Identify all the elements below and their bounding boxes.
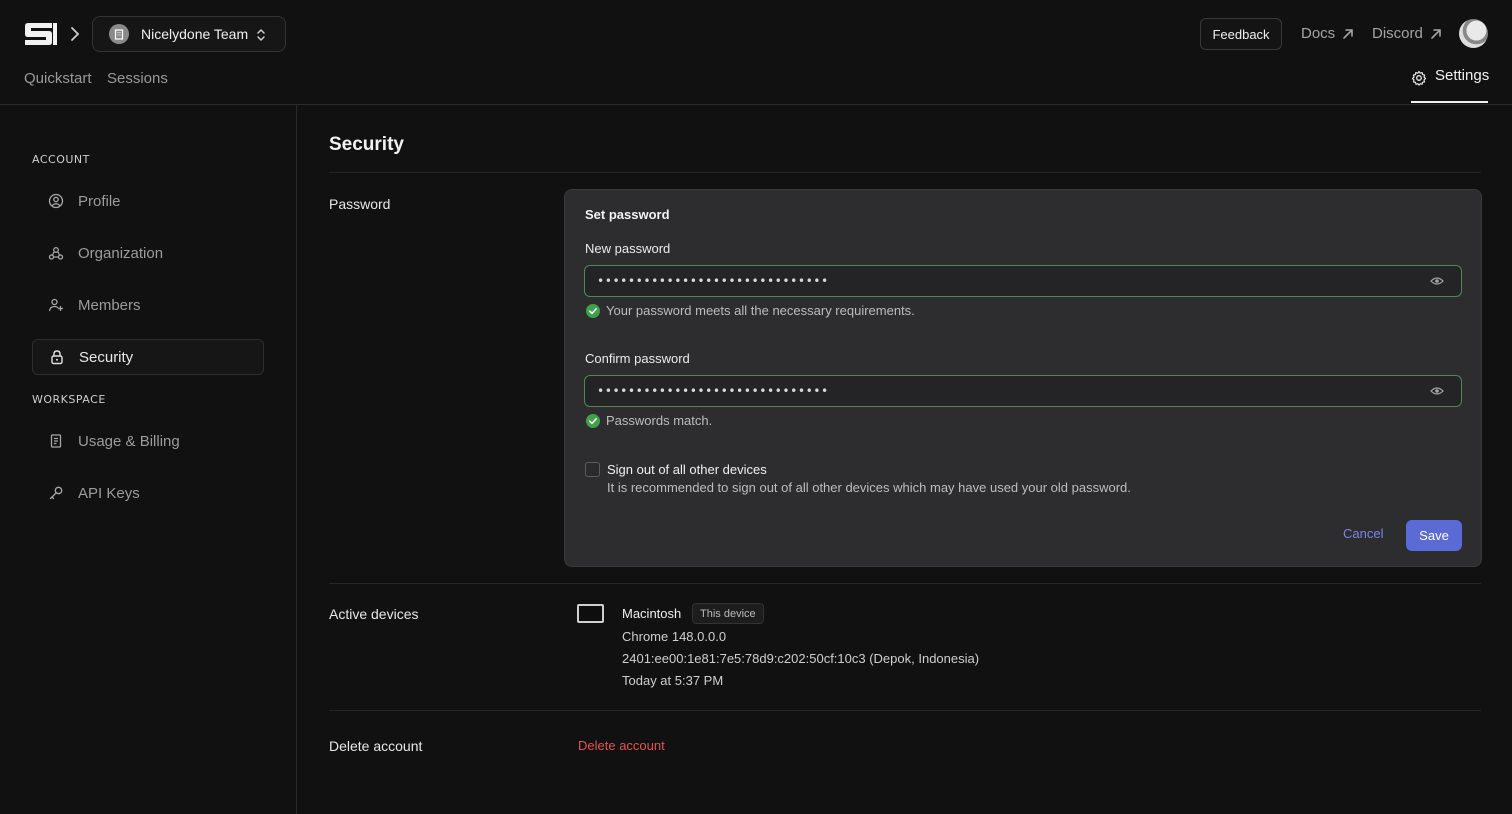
discord-link-label: Discord [1372, 25, 1423, 42]
key-icon [48, 485, 64, 501]
arrow-up-right-icon [1343, 28, 1353, 39]
confirm-password-input[interactable] [584, 375, 1462, 407]
discord-link[interactable]: Discord [1372, 25, 1443, 42]
user-plus-icon [48, 297, 64, 313]
user-avatar[interactable] [1459, 19, 1488, 48]
sidebar-item-usage-billing[interactable]: Usage & Billing [32, 423, 264, 459]
check-circle-icon [586, 413, 600, 428]
sidebar-item-security[interactable]: Security [32, 339, 264, 375]
delete-account-label: Delete account [329, 738, 423, 754]
this-device-badge: This device [692, 603, 764, 624]
active-tab-indicator [1411, 101, 1488, 103]
feedback-button[interactable]: Feedback [1200, 18, 1282, 50]
divider [329, 172, 1481, 173]
page-title: Security [329, 134, 404, 155]
device-ip-location: 2401:ee00:1e81:7e5:78d9:c202:50cf:10c3 (… [622, 651, 980, 666]
docs-link[interactable]: Docs [1301, 25, 1355, 42]
user-circle-icon [48, 193, 64, 209]
active-devices-label: Active devices [329, 606, 419, 622]
sidebar-item-label: Members [78, 296, 141, 314]
sidebar-item-members[interactable]: Members [32, 287, 264, 323]
sidebar: ACCOUNT Profile Organization Members Sec… [0, 105, 297, 814]
team-name: Nicelydone Team [141, 26, 249, 42]
receipt-icon [48, 433, 64, 449]
eye-icon[interactable] [1430, 276, 1444, 286]
sidebar-item-label: Security [79, 348, 134, 366]
divider [329, 583, 1481, 584]
device-browser: Chrome 148.0.0.0 [622, 629, 727, 644]
sidebar-item-organization[interactable]: Organization [32, 235, 264, 271]
team-switcher[interactable]: Nicelydone Team [92, 16, 286, 52]
signout-description: It is recommended to sign out of all oth… [607, 480, 1131, 495]
tab-sessions[interactable]: Sessions [107, 70, 168, 87]
new-password-hint: Your password meets all the necessary re… [586, 303, 915, 318]
check-circle-icon [586, 303, 600, 318]
team-avatar [109, 24, 129, 44]
sidebar-item-profile[interactable]: Profile [32, 183, 264, 219]
sidebar-section-workspace: WORKSPACE [32, 393, 106, 406]
logo-icon[interactable] [22, 20, 58, 48]
tab-settings-label: Settings [1435, 67, 1490, 84]
signout-checkbox[interactable] [585, 462, 600, 477]
new-password-hint-text: Your password meets all the necessary re… [606, 303, 915, 318]
chevron-up-down-icon [257, 28, 265, 42]
gear-icon [1411, 70, 1427, 86]
sidebar-item-label: Organization [78, 244, 164, 262]
docs-link-label: Docs [1301, 25, 1336, 42]
sidebar-item-label: Usage & Billing [78, 432, 180, 450]
tab-quickstart[interactable]: Quickstart [24, 70, 92, 87]
eye-icon[interactable] [1430, 386, 1444, 396]
tab-settings[interactable]: Settings [1411, 67, 1489, 105]
device-name: Macintosh [622, 606, 682, 621]
organization-icon [48, 245, 64, 261]
sidebar-item-label: Profile [78, 192, 121, 210]
confirm-password-hint-text: Passwords match. [606, 413, 713, 428]
sidebar-item-label: API Keys [78, 484, 140, 502]
delete-account-link[interactable]: Delete account [578, 738, 665, 753]
laptop-icon [577, 604, 604, 623]
cancel-button[interactable]: Cancel [1343, 526, 1383, 541]
device-last-active: Today at 5:37 PM [622, 673, 724, 688]
divider [329, 710, 1481, 711]
lock-icon [49, 349, 65, 365]
top-bar: Nicelydone Team Feedback Docs Discord Qu… [0, 0, 1512, 105]
new-password-input[interactable] [584, 265, 1462, 297]
password-row-label: Password [329, 196, 391, 212]
signout-title: Sign out of all other devices [607, 462, 767, 477]
set-password-card: Set password New password Your password … [564, 189, 1482, 567]
sidebar-section-account: ACCOUNT [32, 153, 90, 166]
confirm-password-hint: Passwords match. [586, 413, 712, 428]
chevron-right-icon [71, 27, 80, 41]
card-title: Set password [585, 207, 670, 222]
new-password-label: New password [585, 241, 671, 256]
arrow-up-right-icon [1431, 28, 1441, 39]
sidebar-item-api-keys[interactable]: API Keys [32, 475, 264, 511]
building-icon [114, 28, 124, 40]
save-button[interactable]: Save [1406, 520, 1462, 551]
confirm-password-label: Confirm password [585, 351, 690, 366]
